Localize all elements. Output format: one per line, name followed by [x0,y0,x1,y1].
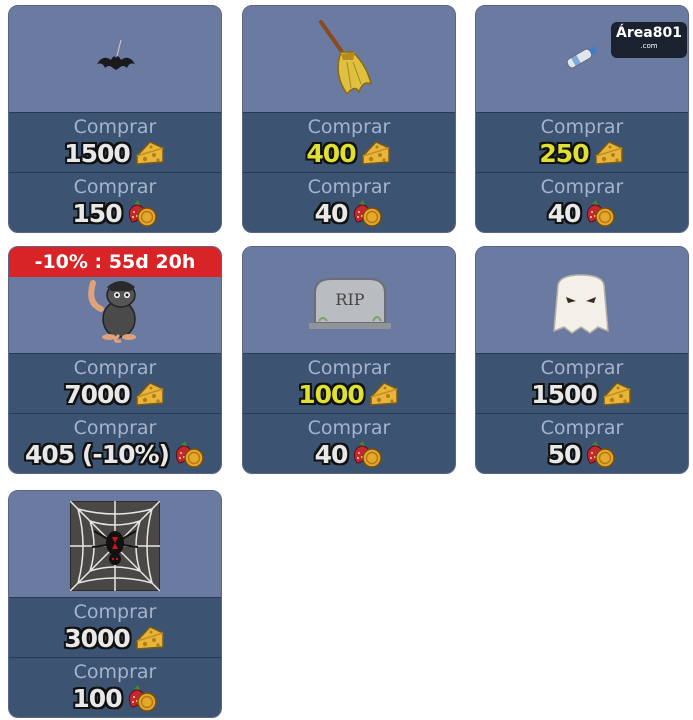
buy-with-cheese-button[interactable]: Comprar [9,598,221,622]
spider-web-icon [70,501,160,591]
cheese-price: 1000 [298,379,365,409]
cheese-price: 250 [539,138,589,168]
buy-with-fraise-button[interactable]: Comprar [243,414,455,438]
strawberry-coin-icon [351,439,383,469]
fraise-purchase-row[interactable]: Comprar 50 [476,413,688,473]
shop-item-card: Comprar 3000 Comprar 100 [8,490,222,718]
shop-item-card: RIP Comprar 1000 Comprar 40 [242,246,456,474]
strawberry-coin-icon [584,198,616,228]
tombstone-icon: RIP [309,278,391,329]
ghost-sheet-icon [553,274,609,334]
item-preview [9,491,221,597]
cheese-icon [360,138,392,168]
cheese-purchase-row[interactable]: Comprar 7000 [9,353,221,413]
buy-with-cheese-button[interactable]: Comprar [243,354,455,378]
cheese-purchase-row[interactable]: Comprar 250 [476,112,688,172]
cheese-price: 3000 [64,623,131,653]
buy-with-cheese-button[interactable]: Comprar [9,113,221,137]
cheese-purchase-row[interactable]: Comprar 400 [243,112,455,172]
cheese-price: 1500 [531,379,598,409]
buy-with-fraise-button[interactable]: Comprar [243,173,455,197]
fraise-price: 40 [314,439,349,469]
cheese-icon [601,379,633,409]
shop-item-card: Comprar 400 Comprar 40 [242,5,456,233]
shop-item-card: Comprar 1500 Comprar 50 [475,246,689,474]
discount-timer-badge: -10% : 55d 20h [9,247,221,277]
bat-icon [97,39,135,70]
fraise-price: 150 [72,198,122,228]
fraise-price: 50 [547,439,582,469]
shop-item-card: -10% : 55d 20h Comprar 7000 Comprar 405 … [8,246,222,474]
fraise-purchase-row[interactable]: Comprar 40 [243,172,455,232]
fraise-price: 40 [547,198,582,228]
cheese-icon [368,379,400,409]
strawberry-coin-icon [126,683,158,713]
buy-with-cheese-button[interactable]: Comprar [9,354,221,378]
item-preview: RIP [243,247,455,353]
buy-with-cheese-button[interactable]: Comprar [476,354,688,378]
cheese-icon [134,138,166,168]
watermark-text: Área801 [616,25,682,41]
strawberry-coin-icon [173,439,205,469]
buy-with-cheese-button[interactable]: Comprar [243,113,455,137]
strawberry-coin-icon [584,439,616,469]
cheese-price: 1500 [64,138,131,168]
buy-with-fraise-button[interactable]: Comprar [476,414,688,438]
cheese-purchase-row[interactable]: Comprar 3000 [9,597,221,657]
item-preview [476,247,688,353]
fraise-price: 100 [72,683,122,713]
fraise-price: 405 (-10%) [25,439,170,469]
buy-with-fraise-button[interactable]: Comprar [9,658,221,682]
fraise-purchase-row[interactable]: Comprar 40 [476,172,688,232]
cheese-purchase-row[interactable]: Comprar 1500 [9,112,221,172]
strawberry-coin-icon [351,198,383,228]
buy-with-fraise-button[interactable]: Comprar [476,173,688,197]
fraise-purchase-row[interactable]: Comprar 150 [9,172,221,232]
watermark-logo: Área801 .com [611,22,687,58]
cheese-price: 7000 [64,379,131,409]
cheese-icon [593,138,625,168]
strawberry-coin-icon [126,198,158,228]
fraise-purchase-row[interactable]: Comprar 100 [9,657,221,717]
fraise-price: 40 [314,198,349,228]
shop-item-card: Comprar 1500 Comprar 150 [8,5,222,233]
buy-with-fraise-button[interactable]: Comprar [9,414,221,438]
item-preview [9,6,221,112]
buy-with-cheese-button[interactable]: Comprar [476,113,688,137]
cheese-icon [134,623,166,653]
broom-icon [319,20,373,96]
cheese-price: 400 [306,138,356,168]
mouse-costume-icon [88,280,136,343]
cheese-purchase-row[interactable]: Comprar 1000 [243,353,455,413]
bottle-icon [566,46,598,69]
tombstone-text: RIP [335,290,364,309]
fraise-purchase-row[interactable]: Comprar 405 (-10%) [9,413,221,473]
fraise-purchase-row[interactable]: Comprar 40 [243,413,455,473]
item-preview [243,6,455,112]
cheese-icon [134,379,166,409]
watermark-subtext: .com [640,42,658,50]
cheese-purchase-row[interactable]: Comprar 1500 [476,353,688,413]
buy-with-fraise-button[interactable]: Comprar [9,173,221,197]
